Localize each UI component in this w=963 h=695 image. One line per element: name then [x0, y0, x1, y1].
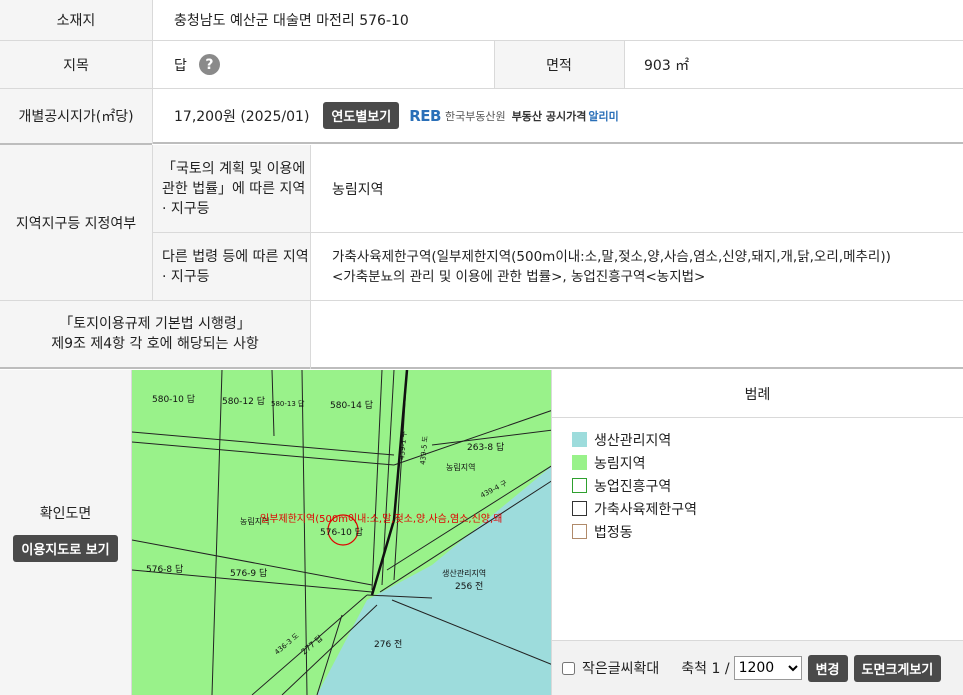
area-label: 면적	[494, 41, 624, 89]
enlarge-map-button[interactable]: 도면크게보기	[853, 654, 942, 682]
zoning-national-law-label: 「국토의 계획 및 이용에 관한 법률」에 따른 지역 · 지구등	[152, 145, 310, 233]
small-text-zoom-checkbox[interactable]	[562, 661, 575, 675]
map-label-576-10: 576-10 답	[320, 526, 363, 538]
map-label-saengsan: 생산관리지역	[442, 568, 486, 578]
legend-swatch	[572, 478, 587, 493]
legend-swatch	[572, 501, 587, 516]
legend-swatch	[572, 524, 587, 539]
zoning-other-law-label: 다른 법령 등에 따른 지역 · 지구등	[152, 233, 310, 301]
map-label-580-10: 580-10 답	[152, 393, 195, 405]
legend-item: 농업진흥구역	[572, 474, 963, 497]
map-label-nongrim-1: 농림지역	[446, 462, 475, 472]
location-value: 충청남도 예산군 대술면 마전리 576-10	[152, 0, 963, 41]
land-category-value: 답 ?	[152, 41, 494, 89]
map-label-580-14: 580-14 답	[330, 399, 373, 411]
legend-title: 범례	[552, 370, 963, 418]
map-controls: 작은글씨확대 축척 1 / 1200 변경 도면크게보기	[552, 640, 963, 695]
yearly-view-button[interactable]: 연도별보기	[323, 102, 400, 129]
legend-item: 생산관리지역	[572, 428, 963, 451]
legend-label: 생산관리지역	[594, 432, 672, 449]
map-label-256: 256 전	[455, 581, 483, 592]
map-label-576-9: 576-9 답	[230, 567, 267, 579]
map-label-576-8: 576-8 답	[146, 563, 183, 575]
legend-item: 가축사육제한구역	[572, 497, 963, 520]
question-icon[interactable]: ?	[198, 54, 220, 75]
small-text-zoom-label: 작은글씨확대	[582, 661, 660, 677]
legend-label: 가축사육제한구역	[594, 501, 698, 518]
zoning-other-law-value: 가축사육제한구역(일부제한지역(500m이내:소,말,젖소,양,사슴,염소,신양…	[310, 233, 963, 301]
map-label-580-12: 580-12 답	[222, 395, 265, 407]
legend-label: 농업진흥구역	[594, 478, 672, 495]
parcel-map-svg: 580-10 답 580-12 답 580-13 답 580-14 답 263-…	[132, 370, 551, 695]
legend-label: 농림지역	[594, 455, 646, 472]
price-label: 개별공시지가(㎡당)	[0, 89, 152, 144]
map-label: 확인도면	[39, 506, 92, 522]
map-label-263-8: 263-8 답	[467, 441, 504, 453]
zoning-label: 지역지구등 지정여부	[0, 145, 152, 301]
parcel-map[interactable]: 580-10 답 580-12 답 580-13 답 580-14 답 263-…	[131, 370, 552, 695]
scale-select[interactable]: 1200	[733, 656, 802, 680]
zoning-national-law-value: 농림지역	[310, 145, 963, 233]
legend-list: 생산관리지역농림지역농업진흥구역가축사육제한구역법정동	[552, 418, 963, 543]
legend-panel: 범례 생산관리지역농림지역농업진흥구역가축사육제한구역법정동	[552, 370, 963, 640]
map-label-cell: 확인도면 이용지도로 보기	[0, 370, 131, 695]
price-value: 17,200원 (2025/01) 연도별보기 REB 한국부동산원 부동산 공…	[152, 89, 963, 144]
location-label: 소재지	[0, 0, 152, 41]
legend-item: 농림지역	[572, 451, 963, 474]
land-use-map-button[interactable]: 이용지도로 보기	[13, 535, 118, 562]
enforcement-value	[310, 301, 963, 369]
legend-label: 법정동	[594, 524, 633, 541]
legend-item: 법정동	[572, 520, 963, 543]
reb-logo[interactable]: REB 한국부동산원 부동산 공시가격 알리미	[409, 107, 619, 125]
scale-label: 축척 1 /	[681, 661, 730, 677]
legend-swatch	[572, 455, 587, 470]
map-label-276: 276 전	[374, 639, 402, 650]
land-category-label: 지목	[0, 41, 152, 89]
area-value: 903 ㎡	[624, 41, 963, 89]
map-overlay-restriction-text: 일부제한지역(500m이내:소,말,젖소,양,사슴,염소,신양,돼	[260, 513, 502, 525]
change-scale-button[interactable]: 변경	[807, 654, 848, 682]
map-label-580-13: 580-13 답	[271, 399, 305, 408]
enforcement-label: 「토지이용규제 기본법 시행령」 제9조 제4항 각 호에 해당되는 사항	[0, 301, 310, 369]
reb-logo-icon: REB	[409, 106, 441, 125]
legend-swatch	[572, 432, 587, 447]
